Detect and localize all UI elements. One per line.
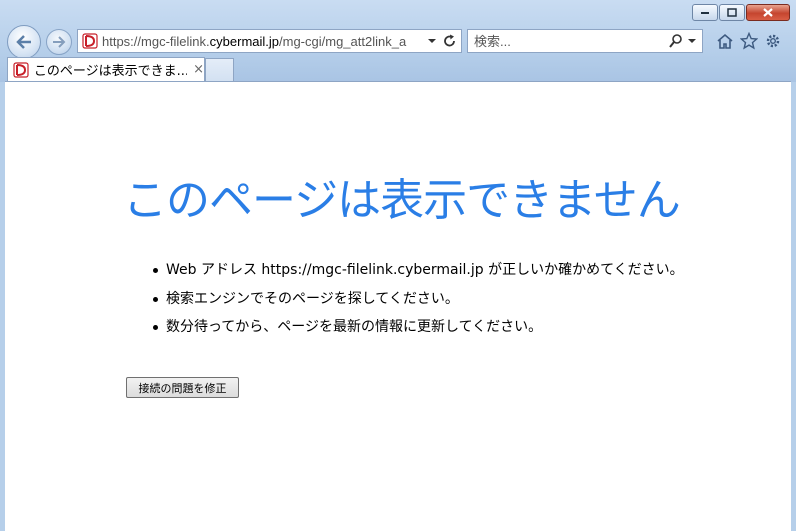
suggestion-list: Web アドレス https://mgc-filelink.cybermail.…	[153, 260, 684, 346]
address-url[interactable]: https://mgc-filelink.cybermail.jp/mg-cgi…	[102, 34, 424, 49]
suggestion-item: 数分待ってから、ページを最新の情報に更新してください。	[153, 317, 684, 346]
search-icon[interactable]	[668, 33, 684, 49]
settings-gear-icon	[766, 34, 780, 48]
favorites-star-icon	[740, 32, 758, 50]
minimize-button[interactable]	[692, 4, 718, 21]
back-arrow-icon	[16, 35, 31, 49]
tab-title: このページは表示できま...	[33, 64, 188, 79]
new-tab-button[interactable]	[205, 58, 234, 81]
address-bar[interactable]: https://mgc-filelink.cybermail.jp/mg-cgi…	[77, 29, 462, 53]
back-button[interactable]	[7, 25, 41, 59]
fix-connection-button[interactable]: 接続の問題を修正	[126, 377, 239, 398]
url-path: /mg-cgi/mg_att2link_a	[279, 33, 407, 49]
suggestion-item: Web アドレス https://mgc-filelink.cybermail.…	[153, 260, 684, 289]
dropdown-arrow-icon[interactable]	[426, 36, 438, 46]
search-input[interactable]	[474, 33, 666, 49]
tab-close-button[interactable]: ×	[193, 62, 204, 77]
maximize-button[interactable]	[719, 4, 745, 21]
close-icon	[763, 8, 773, 17]
page-content: このページは表示できません Web アドレス https://mgc-filel…	[5, 81, 791, 531]
forward-arrow-icon	[53, 36, 66, 48]
tab-favicon	[13, 61, 29, 78]
settings-button[interactable]	[763, 31, 783, 51]
minimize-icon	[701, 11, 709, 14]
favorites-button[interactable]	[739, 31, 759, 51]
url-host: cybermail.jp	[209, 33, 280, 49]
error-title: このページは表示できません	[123, 175, 681, 226]
search-dropdown-icon[interactable]	[686, 36, 698, 46]
home-button[interactable]	[715, 31, 735, 51]
suggestion-item: 検索エンジンでそのページを探してください。	[153, 289, 684, 318]
maximize-icon	[727, 8, 737, 17]
home-icon	[717, 33, 733, 49]
search-box[interactable]	[467, 29, 703, 53]
tab-active[interactable]: このページは表示できま... ×	[7, 57, 205, 81]
refresh-icon[interactable]	[442, 33, 458, 49]
forward-button[interactable]	[46, 29, 72, 55]
window-controls	[691, 4, 790, 21]
url-scheme: https://mgc-filelink.	[102, 33, 210, 49]
site-favicon	[82, 33, 98, 49]
toolbar-icons	[715, 31, 783, 51]
window-frame-right	[791, 82, 796, 531]
close-window-button[interactable]	[746, 4, 790, 21]
